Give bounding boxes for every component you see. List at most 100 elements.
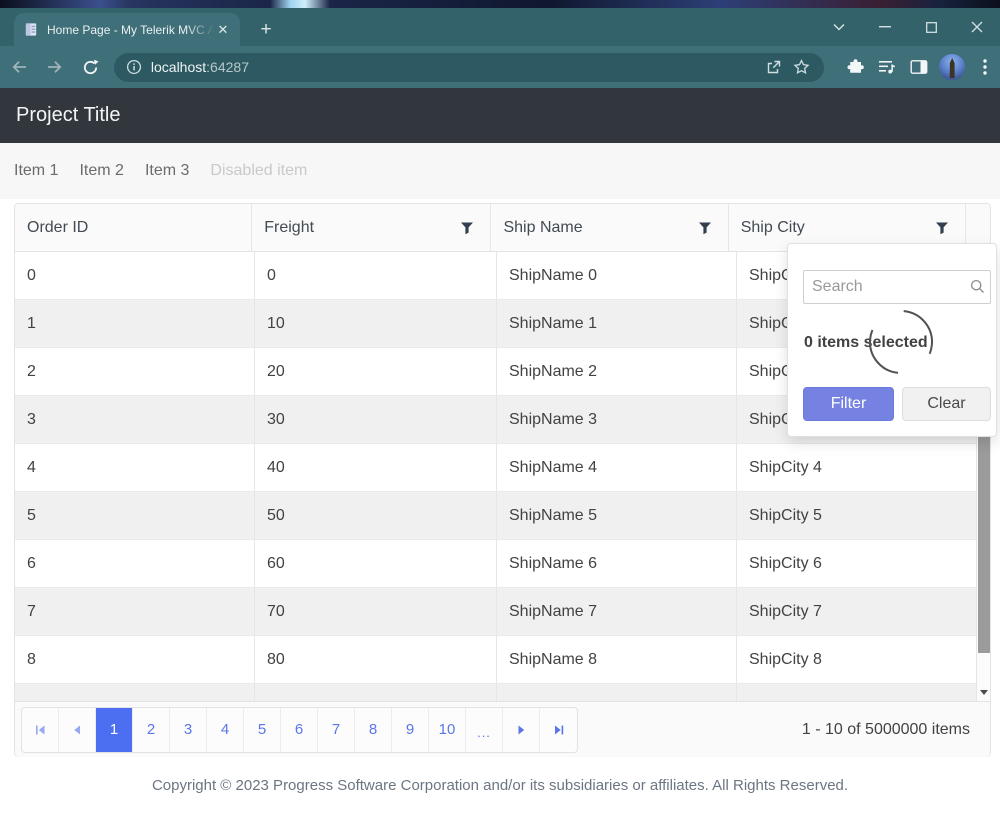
table-row-partial — [15, 684, 978, 701]
copyright-footer: Copyright © 2023 Progress Software Corpo… — [0, 777, 1000, 794]
pager-page-10[interactable]: 10 — [429, 708, 466, 752]
pager-previous-button[interactable] — [59, 708, 96, 752]
filter-funnel-icon[interactable] — [694, 217, 716, 239]
pager-next-button[interactable] — [503, 708, 540, 752]
cell-order-id: 2 — [15, 348, 255, 395]
table-row: 7 70 ShipName 7 ShipCity 7 — [15, 588, 978, 636]
bookmark-star-icon[interactable] — [788, 53, 816, 81]
filter-submit-button[interactable]: Filter — [803, 387, 894, 421]
window-close-button[interactable] — [954, 8, 1000, 46]
profile-avatar[interactable] — [939, 54, 964, 80]
scrollbar-down-arrow[interactable] — [977, 684, 991, 701]
cell-freight: 80 — [255, 636, 497, 683]
menu-item-1[interactable]: Item 1 — [14, 162, 58, 180]
pager-page-3[interactable]: 3 — [170, 708, 207, 752]
cell-order-id: 3 — [15, 396, 255, 443]
cell-freight: 50 — [255, 492, 497, 539]
url-host: localhost — [151, 59, 206, 75]
pager-page-5[interactable]: 5 — [244, 708, 281, 752]
window-minimize-button[interactable] — [862, 8, 908, 46]
forward-button[interactable] — [39, 51, 70, 83]
browser-tab[interactable]: Home Page - My Telerik MVC Ap ✕ — [14, 13, 240, 46]
cell-ship-name: ShipName 3 — [497, 396, 737, 443]
filter-clear-button[interactable]: Clear — [902, 387, 991, 421]
pager-first-button[interactable] — [22, 708, 59, 752]
filter-menu-popup: 0 items selected Filter Clear — [787, 243, 997, 437]
cell-ship-city: ShipCity 4 — [737, 444, 978, 491]
filter-search-input[interactable] — [803, 270, 991, 304]
cell-ship-city: ShipCity 7 — [737, 588, 978, 635]
cell-ship-city: ShipCity 8 — [737, 636, 978, 683]
side-panel-icon[interactable] — [904, 52, 933, 82]
column-header-order-id[interactable]: Order ID — [15, 204, 252, 251]
pager-buttons: 1 2 3 4 5 6 7 8 9 10 ... — [21, 707, 578, 753]
extensions-puzzle-icon[interactable] — [841, 52, 870, 82]
url-port: :64287 — [206, 59, 249, 75]
menu-item-3[interactable]: Item 3 — [145, 162, 189, 180]
cell-freight: 70 — [255, 588, 497, 635]
cell-freight: 20 — [255, 348, 497, 395]
cell-ship-name: ShipName 4 — [497, 444, 737, 491]
page-title: Project Title — [16, 104, 120, 127]
cell-ship-name: ShipName 5 — [497, 492, 737, 539]
reload-button[interactable] — [75, 51, 106, 83]
pager-more-pages[interactable]: ... — [466, 708, 503, 752]
media-controls-icon[interactable] — [873, 52, 902, 82]
window-maximize-button[interactable] — [908, 8, 954, 46]
cell-order-id: 4 — [15, 444, 255, 491]
cell-ship-name: ShipName 8 — [497, 636, 737, 683]
cell-ship-name: ShipName 2 — [497, 348, 737, 395]
new-tab-button[interactable]: + — [254, 18, 278, 42]
menu-item-disabled: Disabled item — [210, 162, 307, 180]
cell-ship-name: ShipName 6 — [497, 540, 737, 587]
share-icon[interactable] — [760, 53, 788, 81]
cell-ship-city: ShipCity 6 — [737, 540, 978, 587]
column-header-ship-name[interactable]: Ship Name — [491, 204, 728, 251]
pager-page-1[interactable]: 1 — [96, 708, 133, 752]
pager-last-button[interactable] — [540, 708, 577, 752]
pager-page-2[interactable]: 2 — [133, 708, 170, 752]
cell-order-id: 6 — [15, 540, 255, 587]
page-content: Project Title Item 1 Item 2 Item 3 Disab… — [0, 88, 1000, 823]
cell-order-id: 8 — [15, 636, 255, 683]
grid-pager: 1 2 3 4 5 6 7 8 9 10 ... — [15, 701, 990, 757]
cell-order-id: 7 — [15, 588, 255, 635]
cell-freight: 0 — [255, 252, 497, 299]
table-row: 5 50 ShipName 5 ShipCity 5 — [15, 492, 978, 540]
browser-window: Home Page - My Telerik MVC Ap ✕ + — [0, 0, 1000, 823]
tab-search-chevron-icon[interactable] — [816, 8, 862, 46]
url-text[interactable]: localhost:64287 — [151, 59, 760, 75]
site-info-icon[interactable] — [126, 59, 142, 75]
browser-titlebar: Home Page - My Telerik MVC Ap ✕ + — [0, 8, 1000, 46]
browser-toolbar: localhost:64287 — [0, 46, 1000, 88]
pager-page-9[interactable]: 9 — [392, 708, 429, 752]
favicon-document-icon — [24, 22, 39, 37]
table-row: 4 40 ShipName 4 ShipCity 4 — [15, 444, 978, 492]
app-header: Project Title — [0, 88, 1000, 143]
pager-page-8[interactable]: 8 — [355, 708, 392, 752]
filter-funnel-icon[interactable] — [456, 217, 478, 239]
cell-ship-name: ShipName 0 — [497, 252, 737, 299]
tab-close-icon[interactable]: ✕ — [214, 21, 232, 39]
cell-freight: 60 — [255, 540, 497, 587]
cell-order-id: 0 — [15, 252, 255, 299]
column-header-freight[interactable]: Freight — [252, 204, 491, 251]
address-bar[interactable]: localhost:64287 — [114, 53, 824, 82]
search-icon — [970, 279, 985, 299]
cell-order-id: 5 — [15, 492, 255, 539]
pager-info-text: 1 - 10 of 5000000 items — [802, 721, 970, 739]
browser-menu-dots-icon[interactable] — [971, 52, 1000, 82]
filter-funnel-icon[interactable] — [931, 217, 953, 239]
cell-ship-name: ShipName 1 — [497, 300, 737, 347]
pager-page-7[interactable]: 7 — [318, 708, 355, 752]
cell-ship-city: ShipCity 5 — [737, 492, 978, 539]
pager-page-4[interactable]: 4 — [207, 708, 244, 752]
back-button[interactable] — [4, 51, 35, 83]
menu-item-2[interactable]: Item 2 — [79, 162, 123, 180]
cell-freight: 40 — [255, 444, 497, 491]
tab-title: Home Page - My Telerik MVC Ap — [47, 23, 214, 37]
table-row: 8 80 ShipName 8 ShipCity 8 — [15, 636, 978, 684]
table-row: 6 60 ShipName 6 ShipCity 6 — [15, 540, 978, 588]
pager-page-6[interactable]: 6 — [281, 708, 318, 752]
cell-order-id: 1 — [15, 300, 255, 347]
